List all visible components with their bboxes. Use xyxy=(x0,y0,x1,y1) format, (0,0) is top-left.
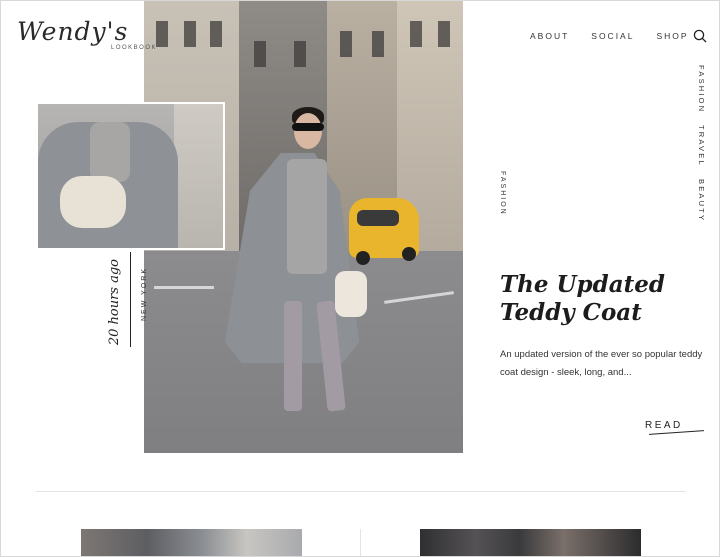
inset-photo[interactable] xyxy=(36,102,225,250)
wheel xyxy=(356,251,370,265)
post-title[interactable]: The Updated Teddy Coat xyxy=(500,271,700,327)
nav-about[interactable]: ABOUT xyxy=(530,31,569,41)
handbag xyxy=(335,271,367,317)
side-nav-beauty[interactable]: BEAUTY xyxy=(697,179,706,222)
post-location: NEW YORK xyxy=(141,267,148,321)
boot xyxy=(284,301,302,411)
window xyxy=(372,31,384,57)
window xyxy=(184,21,196,47)
window xyxy=(438,21,450,47)
search-icon[interactable] xyxy=(693,29,707,43)
logo-subtitle: LOOKBOOK xyxy=(111,45,158,51)
window xyxy=(254,41,266,67)
post-thumbnail[interactable] xyxy=(81,529,302,556)
logo[interactable]: Wendy's LOOKBOOK xyxy=(1,1,156,102)
logo-script: Wendy's xyxy=(17,17,129,46)
lane-marking xyxy=(154,286,214,289)
sweater xyxy=(90,122,130,182)
nav-shop[interactable]: SHOP xyxy=(656,31,688,41)
nav-social[interactable]: SOCIAL xyxy=(591,31,634,41)
handbag xyxy=(60,176,126,228)
window xyxy=(340,31,352,57)
section-divider xyxy=(36,491,686,492)
side-nav-fashion[interactable]: FASHION xyxy=(697,65,706,113)
sunglasses xyxy=(292,123,324,131)
post-category[interactable]: FASHION xyxy=(499,171,506,216)
post-excerpt: An updated version of the ever so popula… xyxy=(500,349,703,378)
window xyxy=(410,21,422,47)
page: Wendy's LOOKBOOK ABOUT SOCIAL SHOP FASHI… xyxy=(0,0,720,557)
read-link[interactable]: READ xyxy=(645,420,683,431)
window xyxy=(210,21,222,47)
sweater-dress xyxy=(287,159,327,274)
post-thumbnail[interactable] xyxy=(420,529,641,556)
post-date: 20 hours ago xyxy=(107,259,122,346)
date-divider xyxy=(130,252,131,347)
top-nav: ABOUT SOCIAL SHOP xyxy=(530,31,689,41)
window xyxy=(294,41,306,67)
column-divider xyxy=(360,529,361,556)
face xyxy=(294,113,322,149)
wall xyxy=(174,104,223,248)
side-nav-travel[interactable]: TRAVEL xyxy=(697,125,706,167)
wheel xyxy=(402,247,416,261)
window xyxy=(156,21,168,47)
